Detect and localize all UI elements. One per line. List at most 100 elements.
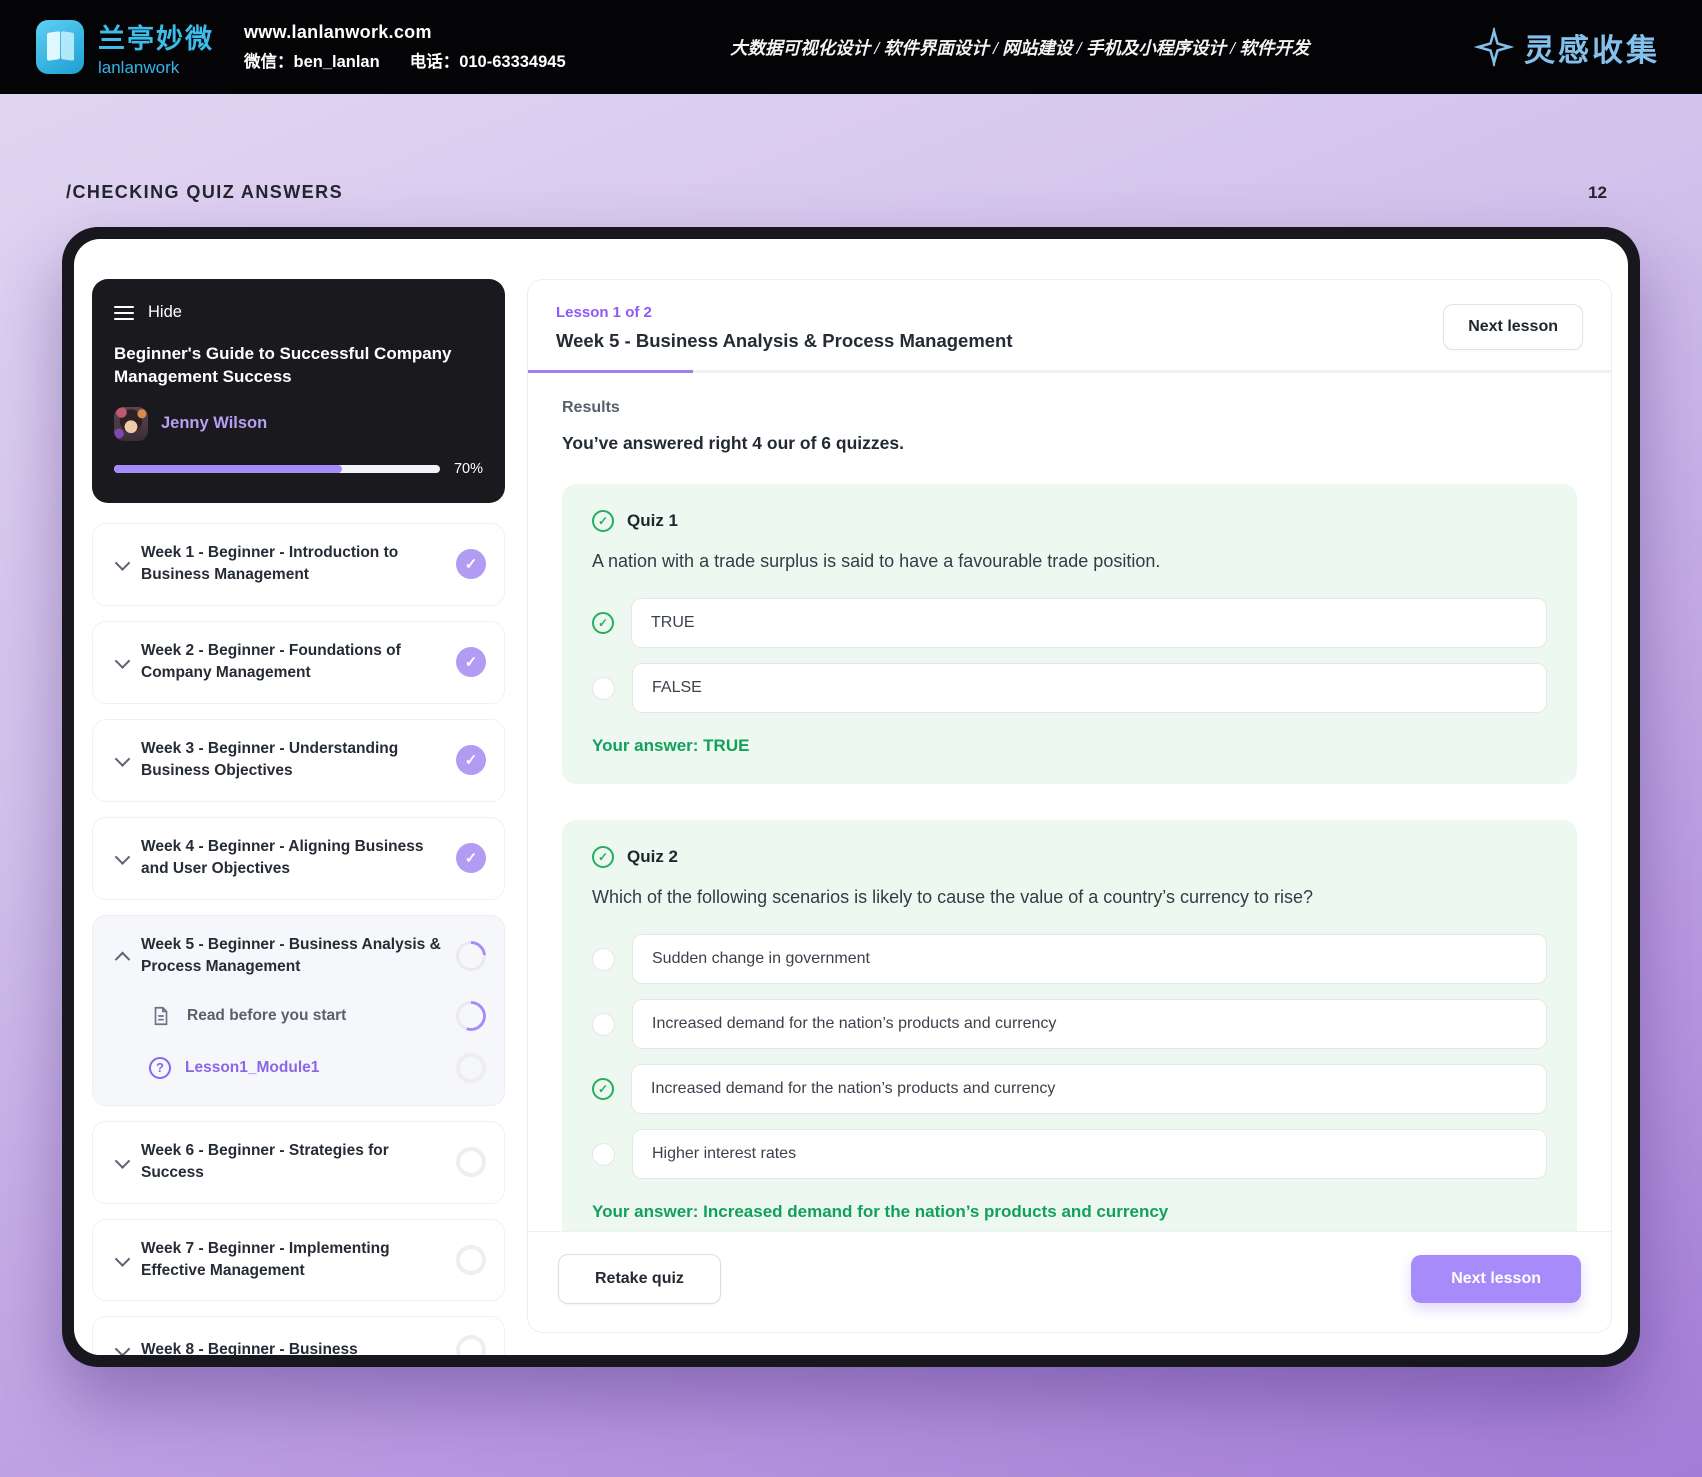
week-progress-complete-icon [456,745,486,776]
progress-percent-label: 70% [453,460,483,477]
week-label: Week 7 - Beginner - Implementing Effecti… [141,1239,390,1279]
sidebar-week-item[interactable]: Week 7 - Beginner - Implementing Effecti… [92,1218,505,1302]
spark-star-icon [1474,27,1514,67]
sidebar-week-item[interactable]: Week 4 - Beginner - Aligning Business an… [92,816,505,900]
week-progress-empty-icon [456,1147,486,1178]
next-lesson-button-top[interactable]: Next lesson [1443,304,1583,350]
chevron-down-icon[interactable] [109,657,135,668]
quiz-option-row: Increased demand for the nation’s produc… [592,1064,1547,1114]
phone-contact: 电话：010-63334945 [409,53,566,72]
week-label: Week 5 - Beginner - Business Analysis & … [141,935,441,976]
wechat-contact: 微信：ben_lanlan [244,53,380,72]
quiz-card: Quiz 2 Which of the following scenarios i… [562,820,1577,1231]
week-label: Week 4 - Beginner - Aligning Business an… [141,837,424,878]
option-box[interactable]: Sudden change in government [632,934,1547,984]
progress-track [114,464,440,473]
week-row[interactable]: Week 2 - Beginner - Foundations of Compa… [109,640,486,685]
week-row[interactable]: Week 8 - Beginner - Business [109,1335,486,1355]
chevron-down-icon[interactable] [109,1255,135,1266]
option-radio-icon[interactable] [592,1142,615,1166]
chevron-down-icon[interactable] [109,559,135,570]
weeks-list: Week 1 - Beginner - Introduction to Busi… [92,522,505,1355]
page-number: 12 [1588,183,1607,202]
week-progress-q25-icon [456,941,486,972]
chevron-down-icon[interactable] [109,1345,135,1355]
week-row[interactable]: Week 7 - Beginner - Implementing Effecti… [109,1238,486,1283]
sidebar-week-item[interactable]: Week 5 - Beginner - Business Analysis & … [92,914,505,1106]
instructor-avatar [114,406,148,441]
week-label: Week 3 - Beginner - Understanding Busine… [141,739,399,780]
chevron-up-icon[interactable] [109,951,135,962]
week-row[interactable]: Week 3 - Beginner - Understanding Busine… [109,738,486,783]
chevron-down-icon[interactable] [109,853,135,864]
option-box[interactable]: Increased demand for the nation’s produc… [632,999,1547,1049]
quiz-name: Quiz 1 [627,511,679,530]
hide-label[interactable]: Hide [148,303,182,322]
week-progress-empty-icon [456,1335,486,1355]
option-radio-icon[interactable] [592,1012,615,1036]
week-label: Week 8 - Beginner - Business [141,1341,358,1355]
results-heading: Results [562,399,620,416]
results-summary: You’ve answered right 4 our of 6 quizzes… [562,433,904,453]
sidebar-week-item[interactable]: Week 8 - Beginner - Business [92,1316,505,1355]
option-box[interactable]: Increased demand for the nation’s produc… [631,1064,1547,1114]
week-label: Week 6 - Beginner - Strategies for Succe… [141,1141,389,1182]
sidebar-header: Hide Beginner's Guide to Successful Comp… [92,279,505,503]
week-row[interactable]: Week 6 - Beginner - Strategies for Succe… [109,1140,486,1185]
option-box[interactable]: Higher interest rates [632,1129,1547,1179]
option-radio-icon[interactable] [592,947,615,971]
quiz-question: A nation with a trade surplus is said to… [592,551,1161,571]
quiz-correct-check-icon [592,846,614,868]
chevron-down-icon[interactable] [109,755,135,766]
lesson-progress-q50-icon [456,1000,486,1031]
app-window: Hide Beginner's Guide to Successful Comp… [62,227,1640,1367]
hamburger-icon[interactable] [114,305,134,320]
inspiration-logo-text: 灵感收集 [1524,32,1660,68]
next-lesson-button-bottom[interactable]: Next lesson [1411,1255,1581,1303]
week-row[interactable]: Week 4 - Beginner - Aligning Business an… [109,836,486,881]
quiz-option-row: FALSE [592,663,1547,713]
quiz-list: Quiz 1 A nation with a trade surplus is s… [562,484,1577,1231]
quiz-question: Which of the following scenarios is like… [592,887,1314,907]
sidebar-week-item[interactable]: Week 6 - Beginner - Strategies for Succe… [92,1120,505,1204]
week-row[interactable]: Week 5 - Beginner - Business Analysis & … [109,934,486,979]
lesson-progress-line-fill [528,370,693,373]
option-box[interactable]: FALSE [632,663,1547,713]
week-label: Week 2 - Beginner - Foundations of Compa… [141,641,401,682]
course-progress: 70% [114,461,483,477]
lesson-item-label: Lesson1_Module1 [185,1058,320,1076]
instructor-name[interactable]: Jenny Wilson [161,414,267,433]
quiz-card: Quiz 1 A nation with a trade surplus is s… [562,484,1577,784]
chevron-down-icon[interactable] [109,1157,135,1168]
lesson-counter: Lesson 1 of 2 [556,304,652,321]
lesson-item-quiz[interactable]: ? Lesson1_Module1 [149,1052,486,1083]
hide-sidebar-button[interactable]: Hide [114,303,483,322]
section-label: /CHECKING QUIZ ANSWERS [66,182,344,202]
contact-block: www.lanlanwork.com 微信：ben_lanlan 电话：010-… [244,23,566,71]
week-row[interactable]: Week 1 - Beginner - Introduction to Busi… [109,542,486,587]
brand-block: 兰亭妙微 lanlanwork [36,17,214,78]
services-tagline: 大数据可视化设计 / 软件界面设计 / 网站建设 / 手机及小程序设计 / 软件… [730,37,1310,58]
inspiration-logo: 灵感收集 [1474,25,1660,70]
lesson-item-reading[interactable]: Read before you start [149,1000,486,1031]
sidebar-week-item[interactable]: Week 2 - Beginner - Foundations of Compa… [92,620,505,704]
option-selected-check-icon[interactable] [592,1078,614,1100]
quiz-header: Quiz 1 [592,510,1547,532]
sidebar-week-item[interactable]: Week 3 - Beginner - Understanding Busine… [92,718,505,802]
course-title: Beginner's Guide to Successful Company M… [114,344,452,387]
option-radio-icon[interactable] [592,676,615,700]
brand-name-en: lanlanwork [98,57,180,77]
top-bar: 兰亭妙微 lanlanwork www.lanlanwork.com 微信：be… [0,0,1702,94]
lanlanwork-book-logo-icon [36,20,84,74]
quiz-correct-check-icon [592,510,614,532]
week-progress-complete-icon [456,549,486,580]
document-icon [149,1004,173,1028]
week-progress-complete-icon [456,843,486,874]
option-selected-check-icon[interactable] [592,612,614,634]
sidebar-week-item[interactable]: Week 1 - Beginner - Introduction to Busi… [92,522,505,606]
lesson-progress-empty-icon [456,1052,486,1083]
quiz-option-row: Sudden change in government [592,934,1547,984]
option-box[interactable]: TRUE [631,598,1547,648]
retake-quiz-button[interactable]: Retake quiz [558,1254,721,1304]
your-answer-text: Your answer: Increased demand for the na… [592,1202,1169,1221]
